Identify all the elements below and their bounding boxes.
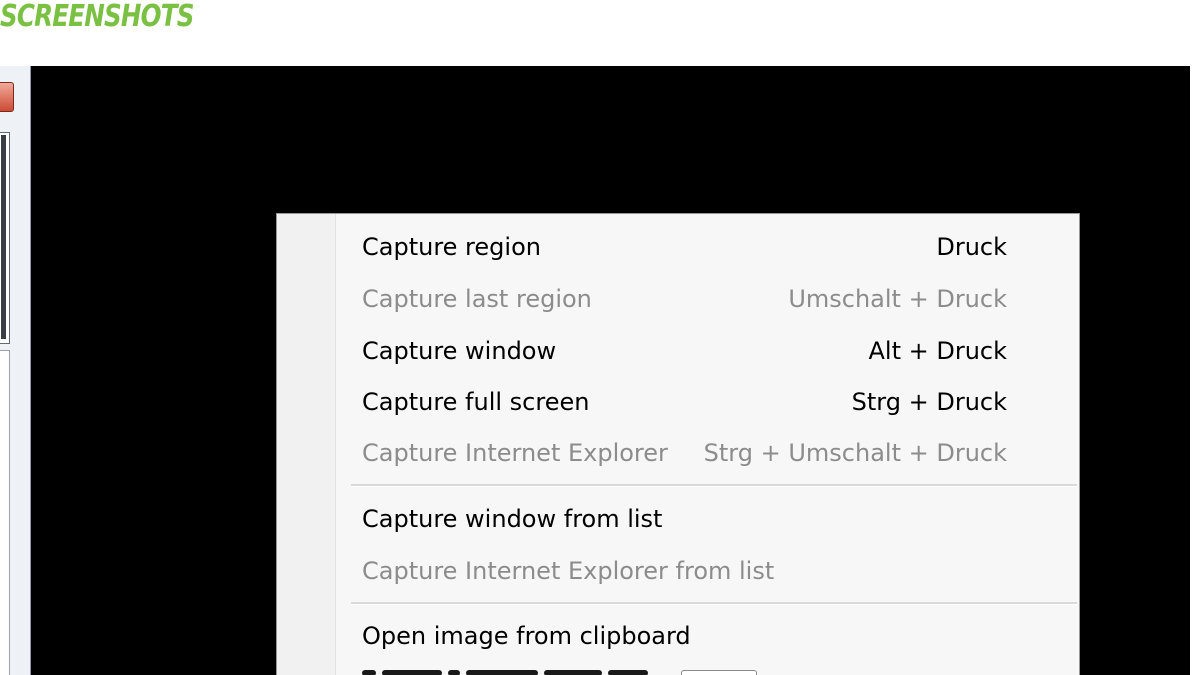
menu-item-label: Capture Internet Explorer from list (362, 557, 775, 585)
menu-item-capture-full-screen[interactable]: Capture full screen Strg + Druck (335, 375, 1079, 425)
menu-item-label: Capture region (362, 233, 541, 261)
menu-icon-gutter (277, 214, 336, 675)
menu-item-capture-internet-explorer[interactable]: Capture Internet Explorer Strg + Umschal… (335, 426, 1079, 476)
menu-item-label: Capture full screen (362, 388, 590, 416)
capture-context-menu: Capture region Druck Capture last region… (276, 213, 1080, 675)
menu-item-capture-ie-from-list[interactable]: Capture Internet Explorer from list (335, 544, 1079, 594)
window-panel (0, 132, 10, 344)
menu-item-label: Open image from clipboard (362, 622, 691, 650)
menu-item-shortcut: Alt + Druck (868, 337, 1007, 365)
panel-content (1, 135, 6, 339)
menu-item-label: Capture window from list (362, 505, 663, 533)
submenu-box (681, 670, 757, 675)
menu-separator (351, 602, 1077, 605)
menu-item-capture-region[interactable]: Capture region Druck (335, 220, 1079, 270)
menu-item-label: Capture last region (362, 285, 592, 313)
menu-item-shortcut: Umschalt + Druck (788, 285, 1007, 313)
menu-item-capture-last-region[interactable]: Capture last region Umschalt + Druck (335, 272, 1079, 322)
window-panel-lower (0, 350, 10, 675)
menu-item-shortcut: Strg + Druck (851, 388, 1007, 416)
menu-item-capture-window-from-list[interactable]: Capture window from list (335, 492, 1079, 542)
menu-item-capture-window[interactable]: Capture window Alt + Druck (335, 324, 1079, 374)
close-icon[interactable] (0, 82, 14, 112)
page-heading: SCREENSHOTS (0, 0, 194, 34)
menu-item-label: Capture window (362, 337, 557, 365)
menu-item-cut-off[interactable] (362, 658, 682, 675)
cut-off-text (362, 670, 648, 675)
menu-item-shortcut: Druck (936, 233, 1007, 261)
menu-item-open-image-from-clipboard[interactable]: Open image from clipboard (335, 609, 1079, 659)
menu-separator (351, 484, 1077, 487)
background-window (0, 66, 31, 675)
menu-item-label: Capture Internet Explorer (362, 439, 668, 467)
menu-item-shortcut: Strg + Umschalt + Druck (703, 439, 1007, 467)
